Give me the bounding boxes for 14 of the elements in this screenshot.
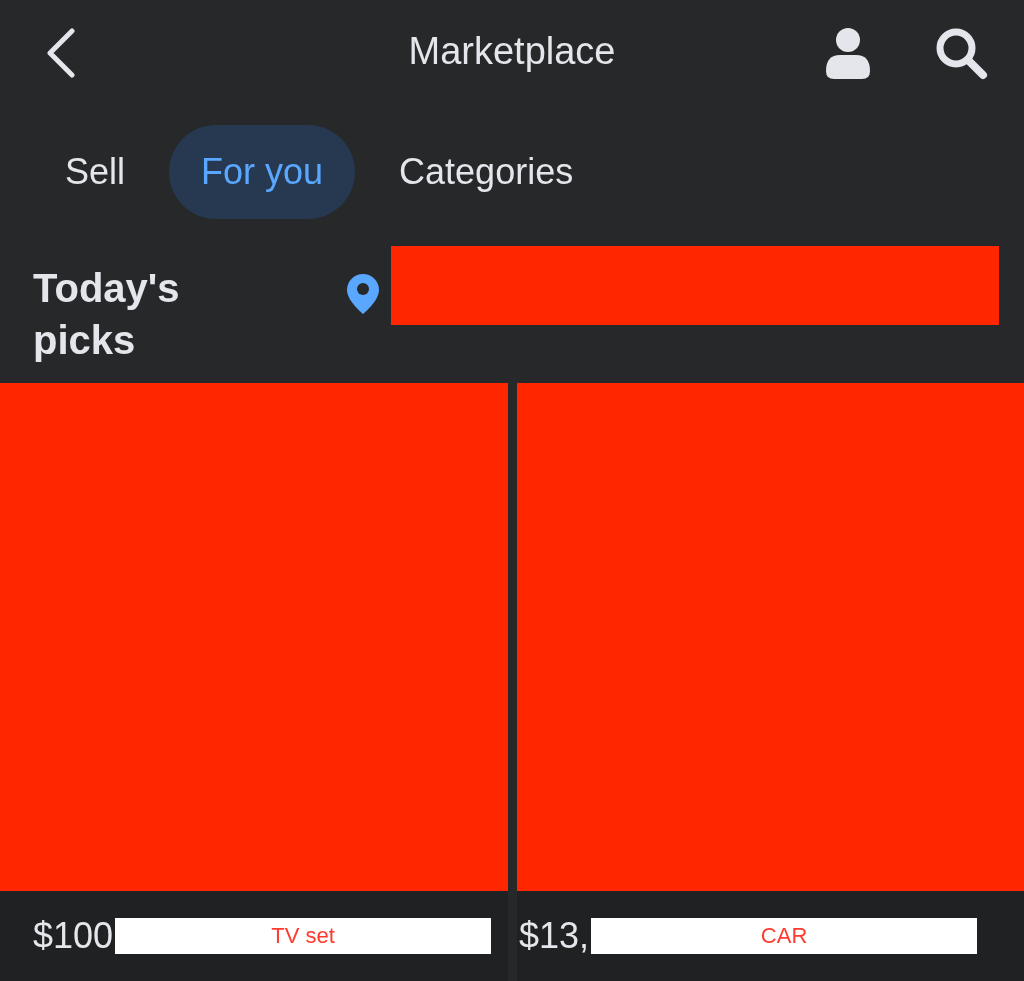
section-title: Today's picks bbox=[33, 265, 181, 364]
price: $100 bbox=[32, 915, 114, 957]
location-pin-icon bbox=[347, 274, 379, 314]
title-label: CAR bbox=[591, 918, 978, 954]
back-icon bbox=[44, 27, 78, 78]
back-button[interactable] bbox=[44, 27, 78, 78]
page-title: Marketplace bbox=[408, 30, 616, 73]
title-label: TV set bbox=[115, 918, 492, 954]
price: $13, bbox=[518, 915, 590, 957]
tab[interactable]: Sell bbox=[33, 125, 158, 219]
tab[interactable]: Categories bbox=[367, 125, 606, 219]
profile-button[interactable] bbox=[824, 26, 872, 79]
person-icon bbox=[824, 26, 872, 79]
tab[interactable]: For you bbox=[169, 125, 356, 219]
